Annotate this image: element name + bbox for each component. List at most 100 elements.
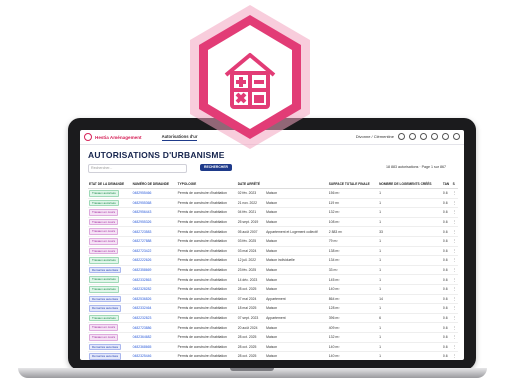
table-row[interactable]: Démarrés autorisés 0482368665 Permis de co…	[88, 342, 458, 353]
row-action-cell[interactable]: ⋮	[451, 284, 458, 295]
request-number[interactable]: 0482232823	[133, 316, 152, 320]
decision-date-cell: 21 nov. 2022	[236, 198, 266, 209]
table-row[interactable]: Travaux autorisés 0482328282 Permis de con…	[88, 284, 458, 295]
decision-date-cell: 18 mai 2025	[236, 303, 266, 314]
request-number[interactable]: 0482332863	[133, 278, 152, 282]
row-action-cell[interactable]: ⋮	[451, 351, 458, 360]
column-header[interactable]: NUMÉRO DE DEMANDE	[131, 180, 177, 189]
request-number[interactable]: 0482723422	[133, 249, 152, 253]
request-number[interactable]: 0482536826	[133, 297, 152, 301]
request-number[interactable]: 0482364682	[133, 335, 152, 339]
search-button[interactable]: RECHERCHER	[200, 164, 232, 171]
table-row[interactable]: Travaux en cours 0482723422 Permis de cons…	[88, 246, 458, 257]
row-action-cell[interactable]: ⋮	[451, 332, 458, 343]
request-number[interactable]: 0482325446	[133, 354, 152, 358]
typology: Permis de construire d'habitation	[177, 335, 227, 340]
user-icon[interactable]	[398, 133, 405, 140]
housing-count: 1	[379, 258, 382, 263]
typology: Permis de construire d'habitation	[177, 210, 227, 215]
row-action-cell[interactable]: ⋮	[451, 246, 458, 257]
gear-icon[interactable]	[431, 133, 438, 140]
column-header[interactable]	[265, 180, 328, 189]
column-header[interactable]: SURFACE TOTALE FINALE	[327, 180, 379, 189]
tan-value-cell: 0.6	[441, 313, 452, 324]
row-action-cell[interactable]: ⋮	[451, 198, 458, 209]
typology: Permis de construire d'habitation	[177, 239, 227, 244]
column-header[interactable]: ETAT DE LA DEMANDE	[88, 180, 132, 189]
row-action-cell[interactable]: ⋮	[451, 274, 458, 285]
request-number[interactable]: 0482955368	[133, 201, 152, 205]
total-surface-cell: 79 m²	[327, 236, 379, 247]
building-type-cell: Maison	[265, 351, 328, 360]
request-number-cell: 0482358669	[131, 265, 177, 276]
chart-icon[interactable]	[442, 133, 449, 140]
table-row[interactable]: Démarrés autorisés 0482536826 Permis de co…	[88, 294, 458, 305]
column-header[interactable]: TYPOLOGIE	[176, 180, 237, 189]
total-surface-cell: 140 m²	[327, 342, 379, 353]
request-number[interactable]: 0482368665	[133, 345, 152, 349]
table-row[interactable]: Démarrés autorisés 0482332464 Permis de co…	[88, 303, 458, 314]
table-row[interactable]: Travaux autorisés 0482222626 Permis de con…	[88, 255, 458, 266]
row-action-cell[interactable]: ⋮	[451, 236, 458, 247]
row-action-cell[interactable]: ⋮	[451, 313, 458, 324]
table-row[interactable]: Travaux en cours 0482727888 Permis de cons…	[88, 236, 458, 247]
table-row[interactable]: Travaux autorisés 0482332863 Permis de con…	[88, 274, 458, 285]
housing-count-cell: 1	[378, 265, 442, 276]
row-action-cell[interactable]: ⋮	[451, 322, 458, 333]
row-action-cell[interactable]: ⋮	[451, 188, 458, 199]
row-action-cell[interactable]: ⋮	[451, 303, 458, 314]
row-action-cell[interactable]: ⋮	[451, 342, 458, 353]
request-number[interactable]: 0482358669	[133, 268, 152, 272]
request-number[interactable]: 0482955326	[133, 220, 152, 224]
building-type-cell: Maison	[265, 274, 328, 285]
tan-value: 0.6	[442, 344, 448, 349]
table-row[interactable]: Démarrés autorisés 0482358669 Permis de co…	[88, 265, 458, 276]
typology: Permis de construire d'habitation	[177, 344, 227, 349]
row-action-cell[interactable]: ⋮	[451, 294, 458, 305]
column-header[interactable]: S	[451, 180, 458, 189]
table-row[interactable]: Travaux autorisés 0482955368 Permis de con…	[88, 198, 458, 209]
table-row[interactable]: Démarrés autorisés 0482325446 Permis de co…	[88, 351, 458, 360]
total-surface: 33 m²	[328, 268, 338, 273]
apps-grid-icon[interactable]	[453, 133, 460, 140]
table-row[interactable]: Travaux en cours 0482956443 Permis de cons…	[88, 207, 458, 218]
table-row[interactable]: Travaux autorisés 0482232823 Permis de con…	[88, 313, 458, 324]
request-number[interactable]: 0482956443	[133, 210, 152, 214]
building-type-cell: Maison	[265, 188, 328, 199]
decision-date-cell: 07 sept. 2023	[236, 313, 266, 324]
request-number[interactable]: 0482723583	[133, 230, 152, 234]
status-badge: Démarrés autorisés	[89, 305, 122, 312]
table-row[interactable]: Travaux en cours 0482364682 Permis de cons…	[88, 332, 458, 343]
typology-cell: Permis de construire d'habitation	[176, 351, 237, 360]
row-action-cell[interactable]: ⋮	[451, 207, 458, 218]
table-row[interactable]: Travaux en cours 0482723886 Permis de cons…	[88, 322, 458, 333]
building-type: Maison	[266, 277, 278, 282]
total-surface-cell: 108 m²	[327, 217, 379, 228]
decision-date: 07 sept. 2023	[237, 316, 259, 321]
status-badge: Travaux autorisés	[89, 199, 119, 207]
tan-value-cell: 0.6	[441, 236, 452, 247]
row-action-cell[interactable]: ⋮	[451, 226, 458, 237]
request-number[interactable]: 0482723886	[133, 326, 152, 330]
bell-icon[interactable]	[409, 133, 416, 140]
request-number[interactable]: 0482955466	[133, 191, 152, 195]
status-badge-cell: Travaux autorisés	[88, 255, 132, 266]
search-input[interactable]: Rechercher...	[88, 164, 187, 173]
request-number[interactable]: 0482328282	[133, 287, 152, 291]
table-row[interactable]: Travaux en cours 0482955326 Permis de cons…	[88, 217, 458, 228]
row-action-cell[interactable]: ⋮	[451, 255, 458, 266]
column-header[interactable]: DATE ARRÊTÉ	[236, 180, 266, 189]
table-row[interactable]: Travaux en cours 0482723583 Permis de cons…	[88, 226, 458, 237]
row-action-cell[interactable]: ⋮	[451, 265, 458, 276]
table-row[interactable]: Travaux autorisés 0482955466 Permis de con…	[88, 188, 458, 199]
column-header[interactable]: TAN	[441, 180, 452, 189]
request-number[interactable]: 0482727888	[133, 239, 152, 243]
column-header[interactable]: NOMBRE DE LOGEMENTS CRÉÉS	[378, 180, 442, 189]
row-action-cell[interactable]: ⋮	[451, 217, 458, 228]
total-surface: 79 m²	[328, 239, 338, 244]
request-number[interactable]: 0482222626	[133, 258, 152, 262]
request-number[interactable]: 0482332464	[133, 306, 152, 310]
building-type-cell: Maison	[265, 342, 328, 353]
help-icon[interactable]	[420, 133, 427, 140]
user-name[interactable]: Divonne / Clémentine	[356, 134, 394, 139]
